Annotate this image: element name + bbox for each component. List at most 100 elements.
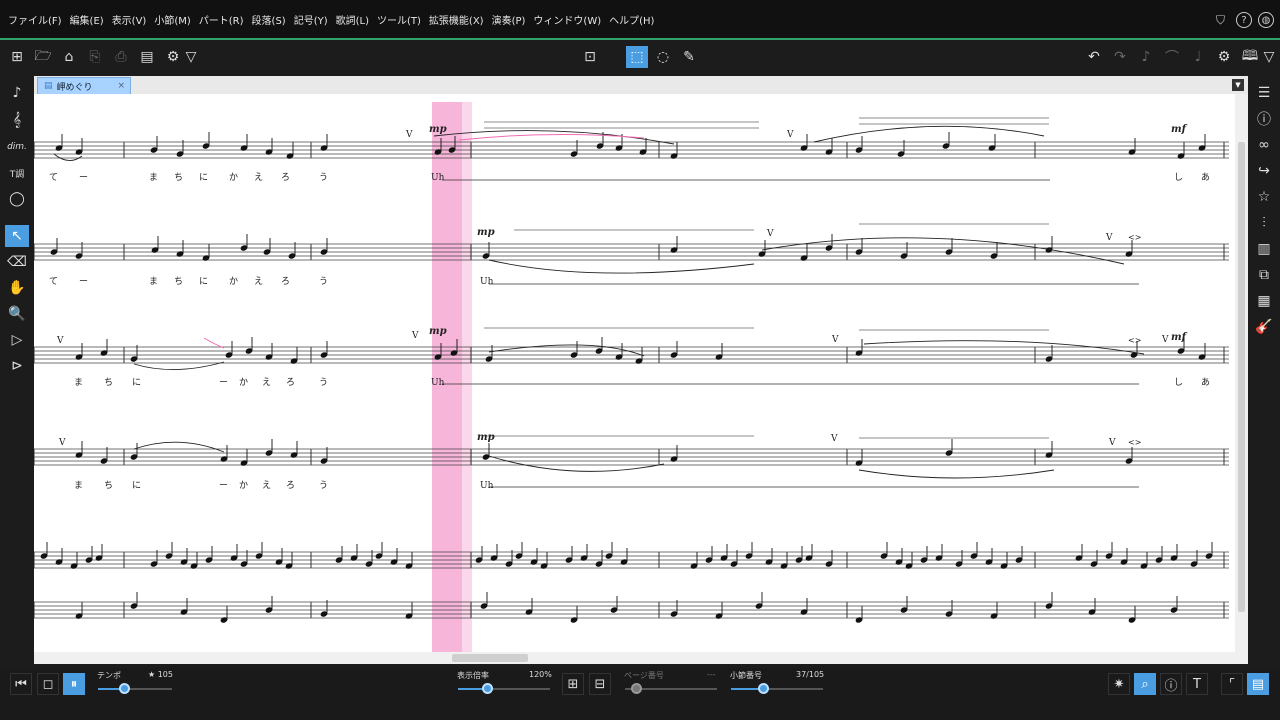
slur: [133, 441, 225, 453]
hand-icon[interactable]: ✋: [5, 277, 29, 299]
eraser-icon[interactable]: ⌫: [5, 251, 29, 273]
lyric-syllable: え: [262, 480, 271, 491]
score-canvas[interactable]: mp mp mp mp mf mf V V V V V V V V V V V <> <> <> てーまちにかえろう Uh…: [34, 94, 1235, 652]
rect-select-icon[interactable]: ⬚: [626, 46, 648, 68]
menu-symbol[interactable]: 記号(Y): [290, 12, 332, 27]
right-palette: ☰ ⓘ ∞ ↪ ☆ ⫶ ▥ ⧉ ▦ 🎸: [1248, 78, 1280, 668]
menu-extensions[interactable]: 拡張機能(X): [425, 12, 488, 27]
note-input-icon[interactable]: ♪: [1135, 46, 1157, 68]
zoom-slider-knob[interactable]: [482, 683, 493, 694]
clef-tool-icon[interactable]: 𝄞: [5, 109, 29, 131]
text-format-icon[interactable]: T: [1186, 673, 1208, 695]
open-score-icon[interactable]: ⌂: [58, 46, 80, 68]
pen-select-icon[interactable]: ✎: [678, 46, 700, 68]
select-arrow-icon[interactable]: ↖: [5, 225, 29, 247]
play-icon[interactable]: ▷: [5, 329, 29, 351]
page-value: ---: [707, 670, 716, 679]
menu-paragraph[interactable]: 段落(S): [248, 12, 290, 27]
menu-lyrics[interactable]: 歌詞(L): [332, 12, 373, 27]
alert-icon[interactable]: ⓘ: [1160, 673, 1182, 695]
tempo-slider-knob[interactable]: [119, 683, 130, 694]
corner-icon[interactable]: ⌜: [1221, 673, 1243, 695]
page-slider[interactable]: [625, 683, 717, 694]
document-list-icon[interactable]: ▤: [136, 46, 158, 68]
menu-edit[interactable]: 編集(E): [66, 12, 108, 27]
sparkle-icon[interactable]: ✷: [1108, 673, 1130, 695]
book-view-icon[interactable]: 🕮: [1239, 46, 1261, 68]
lyric-syllable: て: [49, 277, 58, 287]
rewind-icon[interactable]: ⏮: [10, 673, 32, 695]
lyric-syllable: ま: [74, 480, 83, 491]
zoom-icon[interactable]: 🔍: [5, 303, 29, 325]
open-folder-icon[interactable]: 🗁: [32, 46, 54, 68]
new-file-icon[interactable]: ⊞: [6, 46, 28, 68]
view-dropdown-icon[interactable]: ▽: [1262, 46, 1276, 68]
panel-icon[interactable]: ▤: [1247, 673, 1269, 695]
close-icon[interactable]: ×: [117, 81, 125, 91]
menu-help[interactable]: ヘルプ(H): [605, 12, 658, 27]
menu-play[interactable]: 演奏(P): [488, 12, 530, 27]
horizontal-scrollbar[interactable]: [34, 652, 1248, 664]
list-icon[interactable]: ☰: [1253, 82, 1275, 104]
layout-icon[interactable]: ▦: [1253, 290, 1275, 312]
tempo-slider[interactable]: [98, 683, 172, 694]
horizontal-scroll-thumb[interactable]: [452, 654, 528, 662]
pause-icon[interactable]: ⏸: [63, 673, 85, 695]
menu-view[interactable]: 表示(V): [108, 12, 151, 27]
help-icon[interactable]: ?: [1236, 12, 1252, 28]
menu-part[interactable]: パート(R): [195, 12, 248, 27]
glasses-icon[interactable]: ∞: [1253, 134, 1275, 156]
measure-slider-knob[interactable]: [758, 683, 769, 694]
text-tool-icon[interactable]: T調: [5, 162, 29, 184]
info-icon[interactable]: ⓘ: [1253, 108, 1275, 130]
piano-icon[interactable]: ▥: [1253, 238, 1275, 260]
shape-tool-icon[interactable]: ◯: [5, 188, 29, 210]
vertical-scrollbar[interactable]: [1235, 94, 1248, 652]
lyric-syllable: か: [229, 172, 238, 183]
menu-tools[interactable]: ツール(T): [373, 12, 425, 27]
menu-window[interactable]: ウィンドウ(W): [529, 12, 605, 27]
selected-slur[interactable]: [203, 337, 225, 349]
toolbar-dropdown-icon[interactable]: ▽: [184, 46, 198, 68]
tab-menu-icon[interactable]: ▼: [1232, 79, 1244, 91]
print-preview-icon[interactable]: ⎙: [110, 46, 132, 68]
measure-slider[interactable]: [731, 683, 823, 694]
shield-icon[interactable]: ⛉: [1216, 12, 1230, 28]
note-tool-icon[interactable]: ♪: [5, 82, 29, 104]
star-icon[interactable]: ☆: [1253, 186, 1275, 208]
tie-icon[interactable]: ⌒: [1161, 46, 1183, 68]
lyric-syllable: か: [239, 480, 248, 491]
menu-measure[interactable]: 小節(M): [150, 12, 194, 27]
graph-icon[interactable]: ⧉: [1253, 264, 1275, 286]
redo-icon[interactable]: ↷: [1109, 46, 1131, 68]
undo-icon[interactable]: ↶: [1083, 46, 1105, 68]
playback-highlight: [432, 102, 462, 652]
magnifier-icon[interactable]: ⌕: [1134, 673, 1156, 695]
guitar-icon[interactable]: 🎸: [1253, 316, 1275, 338]
score-svg[interactable]: mpmpmpmpmfmfV VV VV V V VV V V<><><>てーまちにかえろう Uh…: [34, 94, 1235, 652]
fit-page-icon[interactable]: ⊡: [579, 46, 601, 68]
page-layout-icon[interactable]: ⊞: [562, 673, 584, 695]
settings-gear-icon[interactable]: ⚙: [162, 46, 184, 68]
dynamics-tool-icon[interactable]: dim.: [5, 136, 29, 158]
measure-value: 37/105: [796, 670, 825, 679]
preferences-gear-icon[interactable]: ⚙: [1213, 46, 1235, 68]
grace-note-icon[interactable]: ♩: [1187, 46, 1209, 68]
mixer-icon[interactable]: ⫶: [1253, 212, 1275, 234]
page-scroll-icon[interactable]: ⊟: [589, 673, 611, 695]
document-tab-bar: ▤ 岬めぐり × ▼: [34, 76, 1248, 94]
menu-file[interactable]: ファイル(F): [4, 12, 66, 27]
vertical-scroll-thumb[interactable]: [1238, 142, 1245, 612]
zoom-slider[interactable]: [458, 683, 550, 694]
play-from-icon[interactable]: ⊳: [5, 355, 29, 377]
page-slider-knob[interactable]: [631, 683, 642, 694]
save-icon[interactable]: ⎘: [84, 46, 106, 68]
lasso-select-icon[interactable]: ◌: [652, 46, 674, 68]
globe-icon[interactable]: ◍: [1258, 12, 1274, 28]
breath-mark: V: [1108, 438, 1116, 448]
stop-icon[interactable]: ◻: [37, 673, 59, 695]
lyric-syllable: ま: [149, 172, 158, 183]
document-tab[interactable]: ▤ 岬めぐり ×: [37, 77, 131, 94]
redo-arrow-icon[interactable]: ↪: [1253, 160, 1275, 182]
lyric-syllable: ち: [174, 172, 183, 183]
